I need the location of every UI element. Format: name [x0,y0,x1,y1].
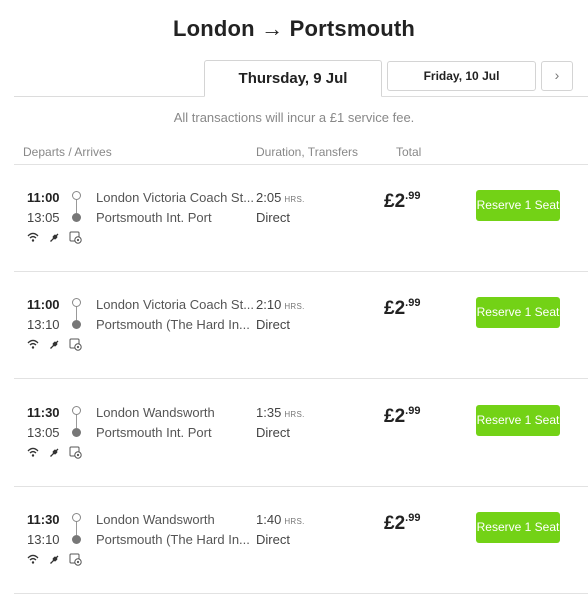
result-row: 11:30 13:05 London Wandsworth Portsmouth… [0,380,588,487]
route-end-dot [72,213,81,222]
departure-time: 11:00 [27,297,60,312]
column-header-departs-arrives: Departs / Arrives [23,145,112,159]
wifi-icon [27,446,39,460]
reserve-seat-button[interactable]: Reserve 1 Seat [476,190,560,221]
route-line [76,199,77,213]
route-line [76,306,77,320]
trip-duration: 2:10 HRS. [256,297,305,312]
settings-icon [69,446,83,460]
wifi-icon [27,553,39,567]
settings-icon [69,231,83,245]
route-line [76,521,77,535]
route-start-dot [72,191,81,200]
transfer-info: Direct [256,317,290,332]
arrival-station: Portsmouth Int. Port [96,210,212,225]
transfer-info: Direct [256,425,290,440]
price-main: £2 [384,513,406,534]
price-cents: .99 [405,190,421,202]
trip-duration: 1:40 HRS. [256,512,305,527]
route-end-dot [72,428,81,437]
departure-time: 11:30 [27,405,60,420]
power-plug-icon [49,553,61,567]
arrival-time: 13:10 [27,532,60,547]
column-header-total: Total [396,145,422,159]
result-row: 11:30 13:10 London Wandsworth Portsmouth… [0,487,588,594]
duration-unit: HRS. [284,517,305,526]
row-divider [14,378,588,379]
transfer-info: Direct [256,532,290,547]
next-day-arrow-button[interactable]: › [541,61,573,91]
price-cents: .99 [405,297,421,309]
arrival-station: Portsmouth Int. Port [96,425,212,440]
price-main: £2 [384,406,406,427]
departure-station: London Victoria Coach St... [96,190,255,205]
duration-unit: HRS. [284,195,305,204]
result-row: 11:00 13:05 London Victoria Coach St... … [0,165,588,272]
route-end-dot [72,535,81,544]
row-divider [14,593,588,594]
departure-time: 11:00 [27,190,60,205]
duration-unit: HRS. [284,410,305,419]
price-main: £2 [384,191,406,212]
duration-value: 1:40 [256,512,282,527]
column-header-duration: Duration, Transfers [256,145,359,159]
route-line [76,414,77,428]
route-end-dot [72,320,81,329]
result-row: 11:00 13:10 London Victoria Coach St... … [0,272,588,379]
reserve-seat-button[interactable]: Reserve 1 Seat [476,297,560,328]
reserve-seat-button[interactable]: Reserve 1 Seat [476,512,560,543]
price-main: £2 [384,298,406,319]
tab-next-date[interactable]: Friday, 10 Jul [387,61,536,91]
route-start-dot [72,298,81,307]
settings-icon [69,553,83,567]
departure-time: 11:30 [27,512,60,527]
price: £2.99 [384,297,421,320]
departure-station: London Wandsworth [96,512,215,527]
power-plug-icon [49,338,61,352]
price-cents: .99 [405,512,421,524]
duration-value: 2:10 [256,297,282,312]
settings-icon [69,338,83,352]
wifi-icon [27,338,39,352]
duration-unit: HRS. [284,302,305,311]
arrival-time: 13:05 [27,210,60,225]
wifi-icon [27,231,39,245]
power-plug-icon [49,446,61,460]
power-plug-icon [49,231,61,245]
date-tabs: Thursday, 9 Jul Friday, 10 Jul › [0,0,588,98]
route-start-dot [72,513,81,522]
departure-station: London Victoria Coach St... [96,297,255,312]
duration-value: 2:05 [256,190,282,205]
price-cents: .99 [405,405,421,417]
arrival-time: 13:05 [27,425,60,440]
route-start-dot [72,406,81,415]
reserve-seat-button[interactable]: Reserve 1 Seat [476,405,560,436]
price: £2.99 [384,405,421,428]
tab-current-date[interactable]: Thursday, 9 Jul [204,60,382,97]
price: £2.99 [384,512,421,535]
transfer-info: Direct [256,210,290,225]
arrival-station: Portsmouth (The Hard In... [96,317,250,332]
service-fee-notice: All transactions will incur a £1 service… [173,110,415,125]
duration-value: 1:35 [256,405,282,420]
trip-duration: 2:05 HRS. [256,190,305,205]
arrival-time: 13:10 [27,317,60,332]
trip-duration: 1:35 HRS. [256,405,305,420]
arrival-station: Portsmouth (The Hard In... [96,532,250,547]
price: £2.99 [384,190,421,213]
departure-station: London Wandsworth [96,405,215,420]
